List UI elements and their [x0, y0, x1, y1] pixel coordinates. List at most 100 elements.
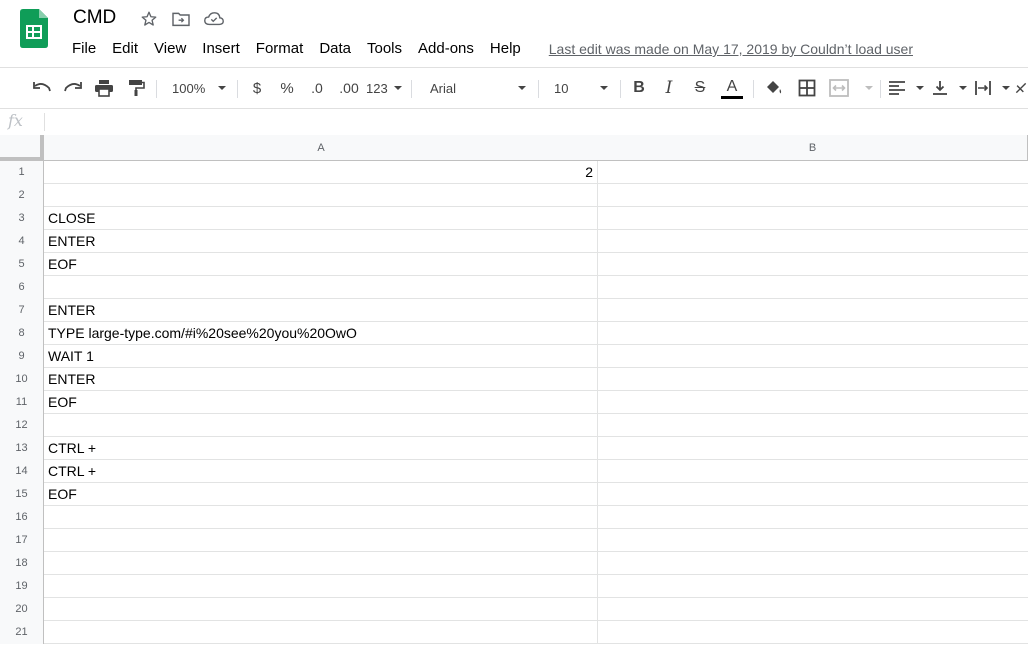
row-header[interactable]: 16 [0, 506, 44, 529]
column-header-b[interactable]: B [598, 135, 1028, 161]
cell-a3[interactable]: CLOSE [44, 207, 598, 229]
row-header[interactable]: 12 [0, 414, 44, 437]
cell-a10[interactable]: ENTER [44, 368, 598, 390]
row-header[interactable]: 2 [0, 184, 44, 207]
cell-b6[interactable] [598, 276, 1028, 298]
cell-a17[interactable] [44, 529, 598, 551]
last-edit-link[interactable]: Last edit was made on May 17, 2019 by Co… [545, 41, 917, 57]
cell-a14[interactable]: CTRL + [44, 460, 598, 482]
row-header[interactable]: 21 [0, 621, 44, 644]
cell-b9[interactable] [598, 345, 1028, 367]
cell-b3[interactable] [598, 207, 1028, 229]
cell-b4[interactable] [598, 230, 1028, 252]
cell-a6[interactable] [44, 276, 598, 298]
cell-b8[interactable] [598, 322, 1028, 344]
cell-b13[interactable] [598, 437, 1028, 459]
cell-b5[interactable] [598, 253, 1028, 275]
row-header[interactable]: 4 [0, 230, 44, 253]
menu-edit[interactable]: Edit [104, 38, 146, 60]
cell-a16[interactable] [44, 506, 598, 528]
font-family-select[interactable]: Arial [420, 75, 530, 101]
menu-file[interactable]: File [64, 38, 104, 60]
cell-b16[interactable] [598, 506, 1028, 528]
cell-b20[interactable] [598, 598, 1028, 620]
cell-b2[interactable] [598, 184, 1028, 206]
menu-view[interactable]: View [146, 38, 194, 60]
row-header[interactable]: 20 [0, 598, 44, 621]
cloud-saved-icon[interactable] [204, 10, 224, 28]
strikethrough-button[interactable]: S [689, 75, 711, 101]
cell-a7[interactable]: ENTER [44, 299, 598, 321]
cell-b21[interactable] [598, 621, 1028, 643]
row-header[interactable]: 18 [0, 552, 44, 575]
text-rotation-icon[interactable] [1014, 75, 1028, 101]
cell-a15[interactable]: EOF [44, 483, 598, 505]
cell-b17[interactable] [598, 529, 1028, 551]
fill-color-icon[interactable] [762, 75, 786, 101]
print-icon[interactable] [92, 75, 116, 101]
row-header[interactable]: 3 [0, 207, 44, 230]
currency-format-button[interactable]: $ [246, 75, 268, 101]
decrease-decimal-button[interactable]: .0 [305, 75, 329, 101]
row-header[interactable]: 1 [0, 161, 44, 184]
row-header[interactable]: 10 [0, 368, 44, 391]
text-wrapping-button[interactable] [974, 75, 1010, 101]
menu-help[interactable]: Help [482, 38, 529, 60]
move-to-folder-icon[interactable] [171, 10, 191, 28]
cell-b11[interactable] [598, 391, 1028, 413]
bold-button[interactable]: B [628, 75, 650, 101]
row-header[interactable]: 17 [0, 529, 44, 552]
star-icon[interactable] [139, 10, 159, 28]
cell-a2[interactable] [44, 184, 598, 206]
sheets-logo-icon[interactable] [20, 9, 48, 48]
cell-a8[interactable]: TYPE large-type.com/#i%20see%20you%20OwO [44, 322, 598, 344]
cell-b10[interactable] [598, 368, 1028, 390]
undo-icon[interactable] [30, 75, 54, 101]
row-header[interactable]: 19 [0, 575, 44, 598]
paint-format-icon[interactable] [124, 75, 148, 101]
cell-b14[interactable] [598, 460, 1028, 482]
menu-data[interactable]: Data [311, 38, 359, 60]
cell-b7[interactable] [598, 299, 1028, 321]
menu-insert[interactable]: Insert [194, 38, 248, 60]
document-title[interactable]: CMD [73, 6, 116, 30]
cell-b15[interactable] [598, 483, 1028, 505]
cell-a9[interactable]: WAIT 1 [44, 345, 598, 367]
zoom-select[interactable]: 100% [164, 75, 230, 101]
cell-a1[interactable]: 2 [44, 161, 598, 183]
formula-input[interactable] [52, 109, 1028, 135]
cell-a18[interactable] [44, 552, 598, 574]
percent-format-button[interactable]: % [276, 75, 298, 101]
borders-icon[interactable] [795, 75, 819, 101]
cell-b19[interactable] [598, 575, 1028, 597]
more-formats-button[interactable]: 123 [366, 75, 402, 101]
cell-a20[interactable] [44, 598, 598, 620]
row-header[interactable]: 13 [0, 437, 44, 460]
horizontal-align-button[interactable] [888, 75, 924, 101]
menu-tools[interactable]: Tools [359, 38, 410, 60]
cell-b12[interactable] [598, 414, 1028, 436]
cell-a21[interactable] [44, 621, 598, 643]
font-size-select[interactable]: 10 [546, 75, 612, 101]
merge-cells-button[interactable] [829, 75, 873, 101]
row-header[interactable]: 8 [0, 322, 44, 345]
cell-a5[interactable]: EOF [44, 253, 598, 275]
row-header[interactable]: 15 [0, 483, 44, 506]
row-header[interactable]: 7 [0, 299, 44, 322]
menu-add-ons[interactable]: Add-ons [410, 38, 482, 60]
row-header[interactable]: 5 [0, 253, 44, 276]
cell-a19[interactable] [44, 575, 598, 597]
text-color-button[interactable]: A [719, 75, 745, 101]
cell-a11[interactable]: EOF [44, 391, 598, 413]
menu-format[interactable]: Format [248, 38, 312, 60]
increase-decimal-button[interactable]: .00 [336, 75, 362, 101]
cell-a4[interactable]: ENTER [44, 230, 598, 252]
vertical-align-button[interactable] [931, 75, 967, 101]
cell-a12[interactable] [44, 414, 598, 436]
redo-icon[interactable] [61, 75, 85, 101]
italic-button[interactable]: I [658, 75, 680, 101]
row-header[interactable]: 6 [0, 276, 44, 299]
cell-b18[interactable] [598, 552, 1028, 574]
row-header[interactable]: 11 [0, 391, 44, 414]
row-header[interactable]: 9 [0, 345, 44, 368]
